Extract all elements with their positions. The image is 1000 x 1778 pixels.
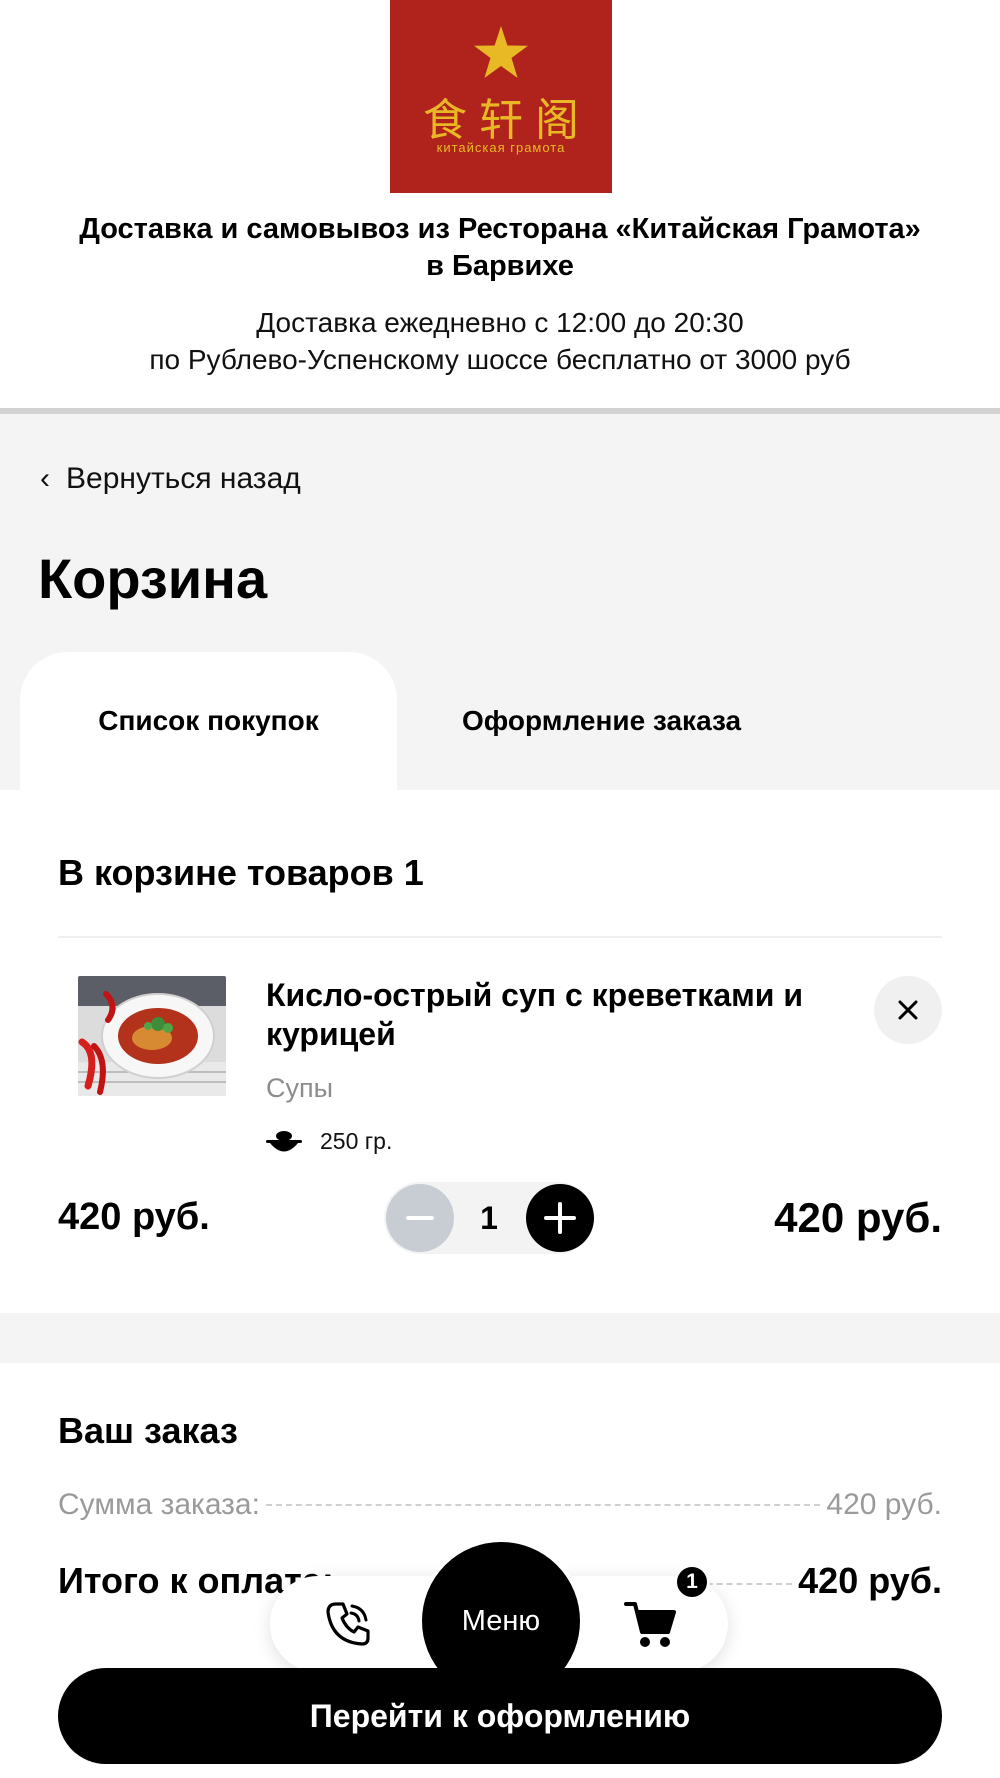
close-icon [898,1000,918,1020]
total-value: 420 руб. [798,1560,942,1601]
back-link-label: Вернуться назад [66,462,301,495]
increase-quantity-button[interactable] [526,1184,594,1252]
product-image[interactable] [78,976,226,1096]
delivery-schedule: Доставка ежедневно с 12:00 до 20:30 по Р… [20,304,980,378]
checkout-button[interactable]: Перейти к оформлению [58,1668,942,1764]
unit-price: 420 руб. [58,1196,210,1238]
quantity-value: 1 [480,1200,498,1236]
chevron-left-icon: ‹ [40,462,50,495]
delivery-title: Доставка и самовывоз из Ресторана «Китай… [20,211,980,285]
subtotal-row: Сумма заказа: 420 руб. [58,1488,942,1522]
page-title: Корзина [38,547,268,610]
product-name[interactable]: Кисло-острый суп с креветками и курицей [266,976,866,1054]
subtotal-label: Сумма заказа: [58,1488,260,1521]
divider [58,936,942,938]
decrease-quantity-button[interactable] [386,1184,454,1252]
plus-icon [544,1202,576,1234]
soup-image [78,976,226,1096]
bowl-icon [266,1130,302,1151]
product-category: Супы [266,1073,334,1103]
site-header: 食轩阁 китайская грамота Доставка и самовыв… [0,0,1000,414]
dotted-leader [265,1504,821,1506]
delivery-schedule-line2: по Рублево-Успенскому шоссе бесплатно от… [149,344,851,375]
delivery-title-line1: Доставка и самовывоз из Ресторана «Китай… [79,213,921,245]
cart-count-heading: В корзине товаров 1 [58,852,424,893]
subtotal-value: 420 руб. [826,1488,942,1521]
cart-icon[interactable] [624,1598,678,1650]
quantity-stepper: 1 [384,1182,594,1254]
tab-checkout[interactable]: Оформление заказа [410,652,830,790]
tab-shopping-list[interactable]: Список покупок [20,652,397,790]
phone-icon[interactable] [322,1598,374,1650]
remove-item-button[interactable] [874,976,942,1044]
cart-badge: 1 [674,1564,710,1600]
product-weight-value: 250 гр. [320,1128,393,1154]
restaurant-logo[interactable]: 食轩阁 китайская грамота [390,0,612,193]
summary-title: Ваш заказ [58,1410,238,1451]
product-weight: 250 гр. [266,1128,392,1155]
delivery-schedule-line1: Доставка ежедневно с 12:00 до 20:30 [256,307,744,338]
logo-caption: китайская грамота [436,140,566,155]
back-link[interactable]: ‹ Вернуться назад [40,462,301,496]
star-icon [474,26,528,78]
logo-hanzi: 食轩阁 [423,95,591,146]
section-gap [0,1313,1000,1363]
delivery-title-line2: в Барвихе [426,250,574,282]
item-total-price: 420 руб. [774,1194,942,1241]
